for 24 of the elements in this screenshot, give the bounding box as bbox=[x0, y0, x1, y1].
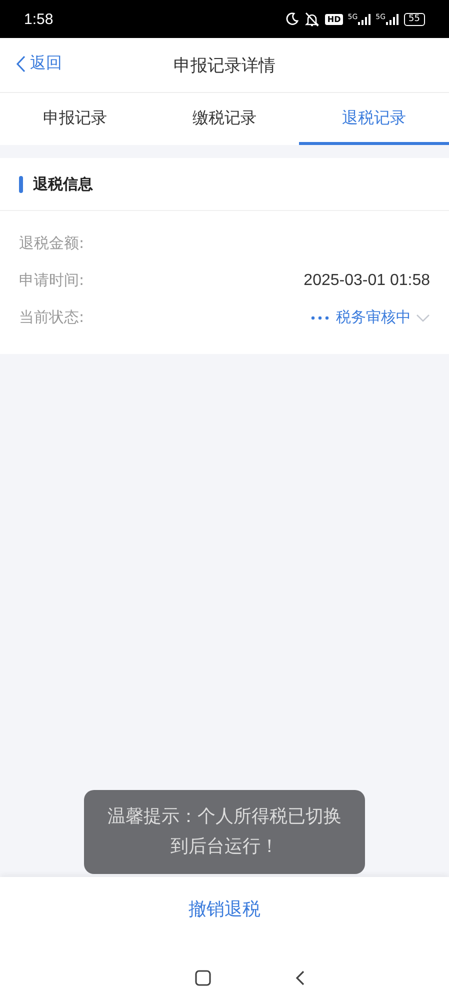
battery-level: 55 bbox=[404, 12, 425, 26]
field-value: 2025-03-01 01:58 bbox=[304, 272, 430, 290]
hd-badge: HD bbox=[325, 14, 343, 24]
tab[interactable]: 缴税记录 bbox=[150, 93, 300, 145]
field-label: 退税金额: bbox=[19, 234, 84, 253]
signal-icon bbox=[358, 14, 371, 24]
muted-bell-icon bbox=[304, 12, 320, 26]
status-dropdown[interactable]: 税务审核中 bbox=[311, 308, 430, 327]
chevron-down-icon bbox=[416, 314, 430, 322]
toast-message: 温馨提示：个人所得税已切换到后台运行！ bbox=[84, 790, 365, 874]
home-square-icon bbox=[194, 970, 210, 986]
signal-icon bbox=[386, 14, 399, 24]
tab[interactable]: 退税记录 bbox=[299, 93, 449, 145]
moon-icon bbox=[285, 12, 300, 26]
field-label: 当前状态: bbox=[19, 308, 84, 327]
section-title: 退税信息 bbox=[33, 174, 93, 194]
section-marker bbox=[19, 176, 23, 192]
page-title: 申报记录详情 bbox=[174, 54, 276, 76]
tab[interactable]: 申报记录 bbox=[0, 93, 150, 145]
field-label: 申请时间: bbox=[19, 271, 84, 290]
clock-time: 1:58 bbox=[24, 10, 54, 28]
cancel-refund-button[interactable]: 撤销退税 bbox=[180, 889, 268, 929]
ellipsis-icon bbox=[311, 316, 331, 320]
back-button[interactable]: 返回 bbox=[16, 53, 62, 74]
